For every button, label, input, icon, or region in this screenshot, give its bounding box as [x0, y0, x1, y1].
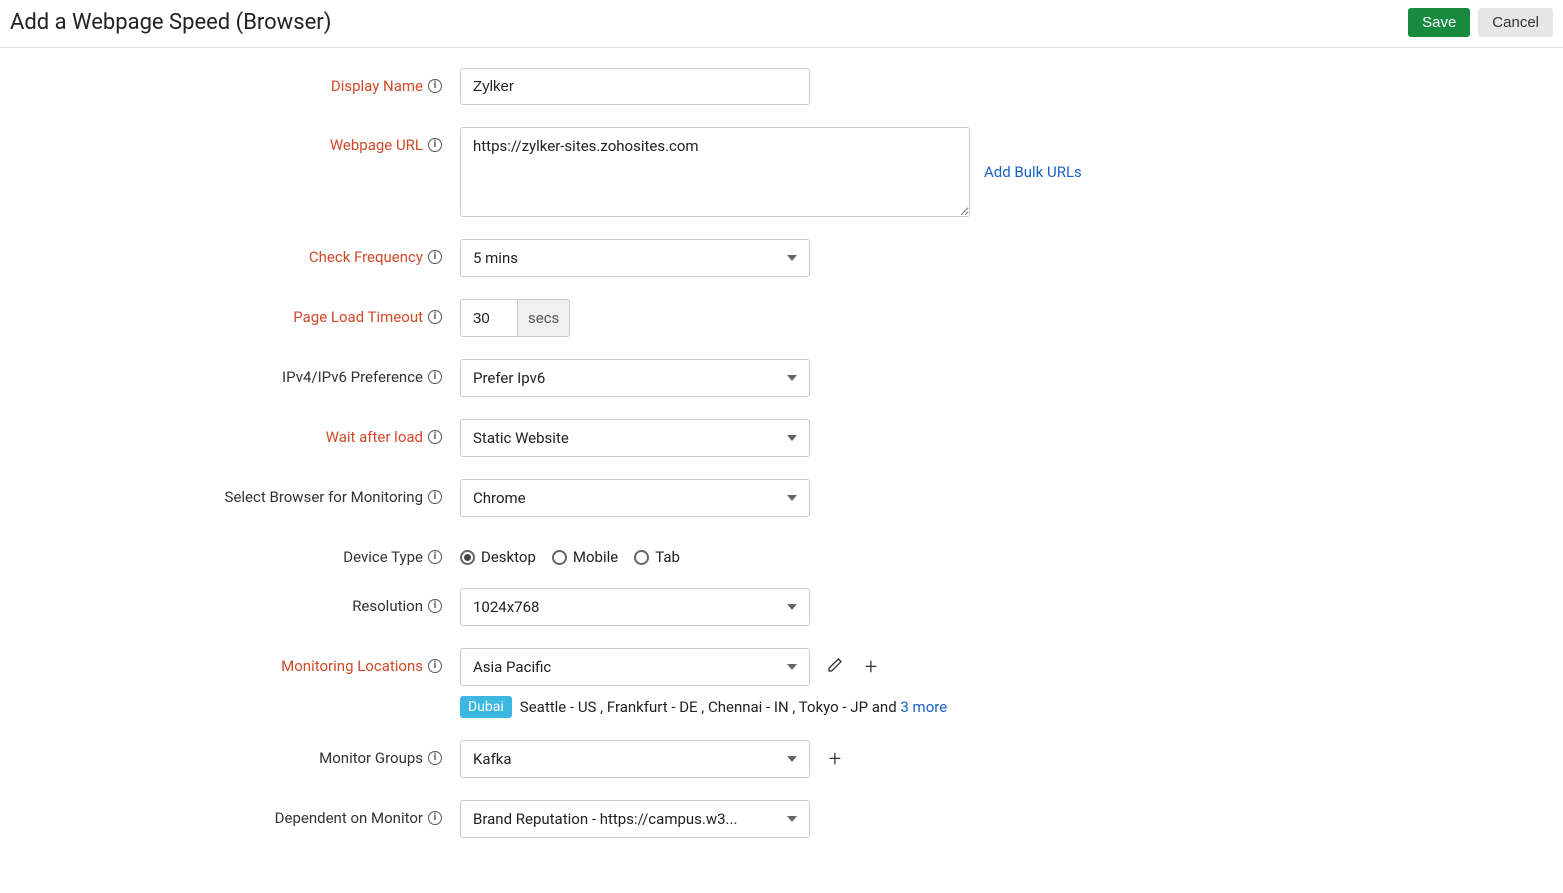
monitoring-locations-select[interactable]: Asia Pacific	[460, 648, 810, 686]
row-check-frequency: Check Frequency i 5 mins	[0, 239, 1450, 277]
label-device-type: Device Type i	[0, 539, 460, 566]
device-type-radio-group: Desktop Mobile Tab	[460, 539, 680, 566]
info-icon[interactable]: i	[428, 430, 442, 444]
label-dependent-on: Dependent on Monitor i	[0, 800, 460, 827]
row-ip-pref: IPv4/IPv6 Preference i Prefer Ipv6	[0, 359, 1450, 397]
info-icon[interactable]: i	[428, 811, 442, 825]
row-monitor-groups: Monitor Groups i Kafka +	[0, 740, 1450, 778]
radio-icon	[634, 550, 649, 565]
info-icon[interactable]: i	[428, 370, 442, 384]
info-icon[interactable]: i	[428, 550, 442, 564]
chevron-down-icon	[787, 664, 797, 670]
webpage-url-input[interactable]	[460, 127, 970, 217]
wait-after-load-select[interactable]: Static Website	[460, 419, 810, 457]
save-button[interactable]: Save	[1408, 8, 1470, 37]
row-dependent-on: Dependent on Monitor i Brand Reputation …	[0, 800, 1450, 838]
ip-pref-select[interactable]: Prefer Ipv6	[460, 359, 810, 397]
more-locations-link[interactable]: 3 more	[900, 698, 947, 716]
info-icon[interactable]: i	[428, 751, 442, 765]
row-resolution: Resolution i 1024x768	[0, 588, 1450, 626]
primary-location-badge: Dubai	[460, 696, 512, 718]
label-resolution: Resolution i	[0, 588, 460, 615]
edit-icon[interactable]	[824, 657, 846, 678]
display-name-input[interactable]	[460, 68, 810, 105]
chevron-down-icon	[787, 604, 797, 610]
chevron-down-icon	[787, 756, 797, 762]
row-browser: Select Browser for Monitoring i Chrome	[0, 479, 1450, 517]
info-icon[interactable]: i	[428, 659, 442, 673]
info-icon[interactable]: i	[428, 79, 442, 93]
locations-summary: Dubai Seattle - US , Frankfurt - DE , Ch…	[460, 696, 947, 718]
info-icon[interactable]: i	[428, 599, 442, 613]
resolution-select[interactable]: 1024x768	[460, 588, 810, 626]
info-icon[interactable]: i	[428, 250, 442, 264]
form: Display Name i Webpage URL i Add Bulk UR…	[0, 48, 1450, 838]
radio-tab[interactable]: Tab	[634, 548, 680, 566]
info-icon[interactable]: i	[428, 310, 442, 324]
info-icon[interactable]: i	[428, 490, 442, 504]
row-webpage-url: Webpage URL i Add Bulk URLs	[0, 127, 1450, 217]
radio-icon	[460, 550, 475, 565]
chevron-down-icon	[787, 816, 797, 822]
label-check-frequency: Check Frequency i	[0, 239, 460, 266]
page-header: Add a Webpage Speed (Browser) Save Cance…	[0, 0, 1563, 48]
chevron-down-icon	[787, 435, 797, 441]
cancel-button[interactable]: Cancel	[1478, 8, 1553, 37]
chevron-down-icon	[787, 255, 797, 261]
label-webpage-url: Webpage URL i	[0, 127, 460, 154]
chevron-down-icon	[787, 375, 797, 381]
timeout-input[interactable]	[460, 299, 518, 337]
label-monitoring-locations: Monitoring Locations i	[0, 648, 460, 675]
row-wait-after-load: Wait after load i Static Website	[0, 419, 1450, 457]
page-title: Add a Webpage Speed (Browser)	[10, 10, 331, 35]
monitor-groups-select[interactable]: Kafka	[460, 740, 810, 778]
info-icon[interactable]: i	[428, 138, 442, 152]
radio-mobile[interactable]: Mobile	[552, 548, 618, 566]
row-display-name: Display Name i	[0, 68, 1450, 105]
label-monitor-groups: Monitor Groups i	[0, 740, 460, 767]
browser-select[interactable]: Chrome	[460, 479, 810, 517]
check-frequency-select[interactable]: 5 mins	[460, 239, 810, 277]
plus-icon[interactable]: +	[824, 747, 846, 772]
plus-icon[interactable]: +	[860, 655, 882, 680]
chevron-down-icon	[787, 495, 797, 501]
timeout-unit: secs	[518, 299, 570, 337]
label-wait-after-load: Wait after load i	[0, 419, 460, 446]
dependent-on-select[interactable]: Brand Reputation - https://campus.w3...	[460, 800, 810, 838]
row-page-load-timeout: Page Load Timeout i secs	[0, 299, 1450, 337]
header-actions: Save Cancel	[1408, 8, 1553, 37]
label-display-name: Display Name i	[0, 68, 460, 95]
label-ip-pref: IPv4/IPv6 Preference i	[0, 359, 460, 386]
label-browser: Select Browser for Monitoring i	[0, 479, 460, 506]
add-bulk-urls-link[interactable]: Add Bulk URLs	[984, 163, 1082, 181]
row-monitoring-locations: Monitoring Locations i Asia Pacific + Du…	[0, 648, 1450, 718]
row-device-type: Device Type i Desktop Mobile Tab	[0, 539, 1450, 566]
radio-icon	[552, 550, 567, 565]
timeout-group: secs	[460, 299, 570, 337]
radio-desktop[interactable]: Desktop	[460, 548, 536, 566]
label-page-load-timeout: Page Load Timeout i	[0, 299, 460, 326]
